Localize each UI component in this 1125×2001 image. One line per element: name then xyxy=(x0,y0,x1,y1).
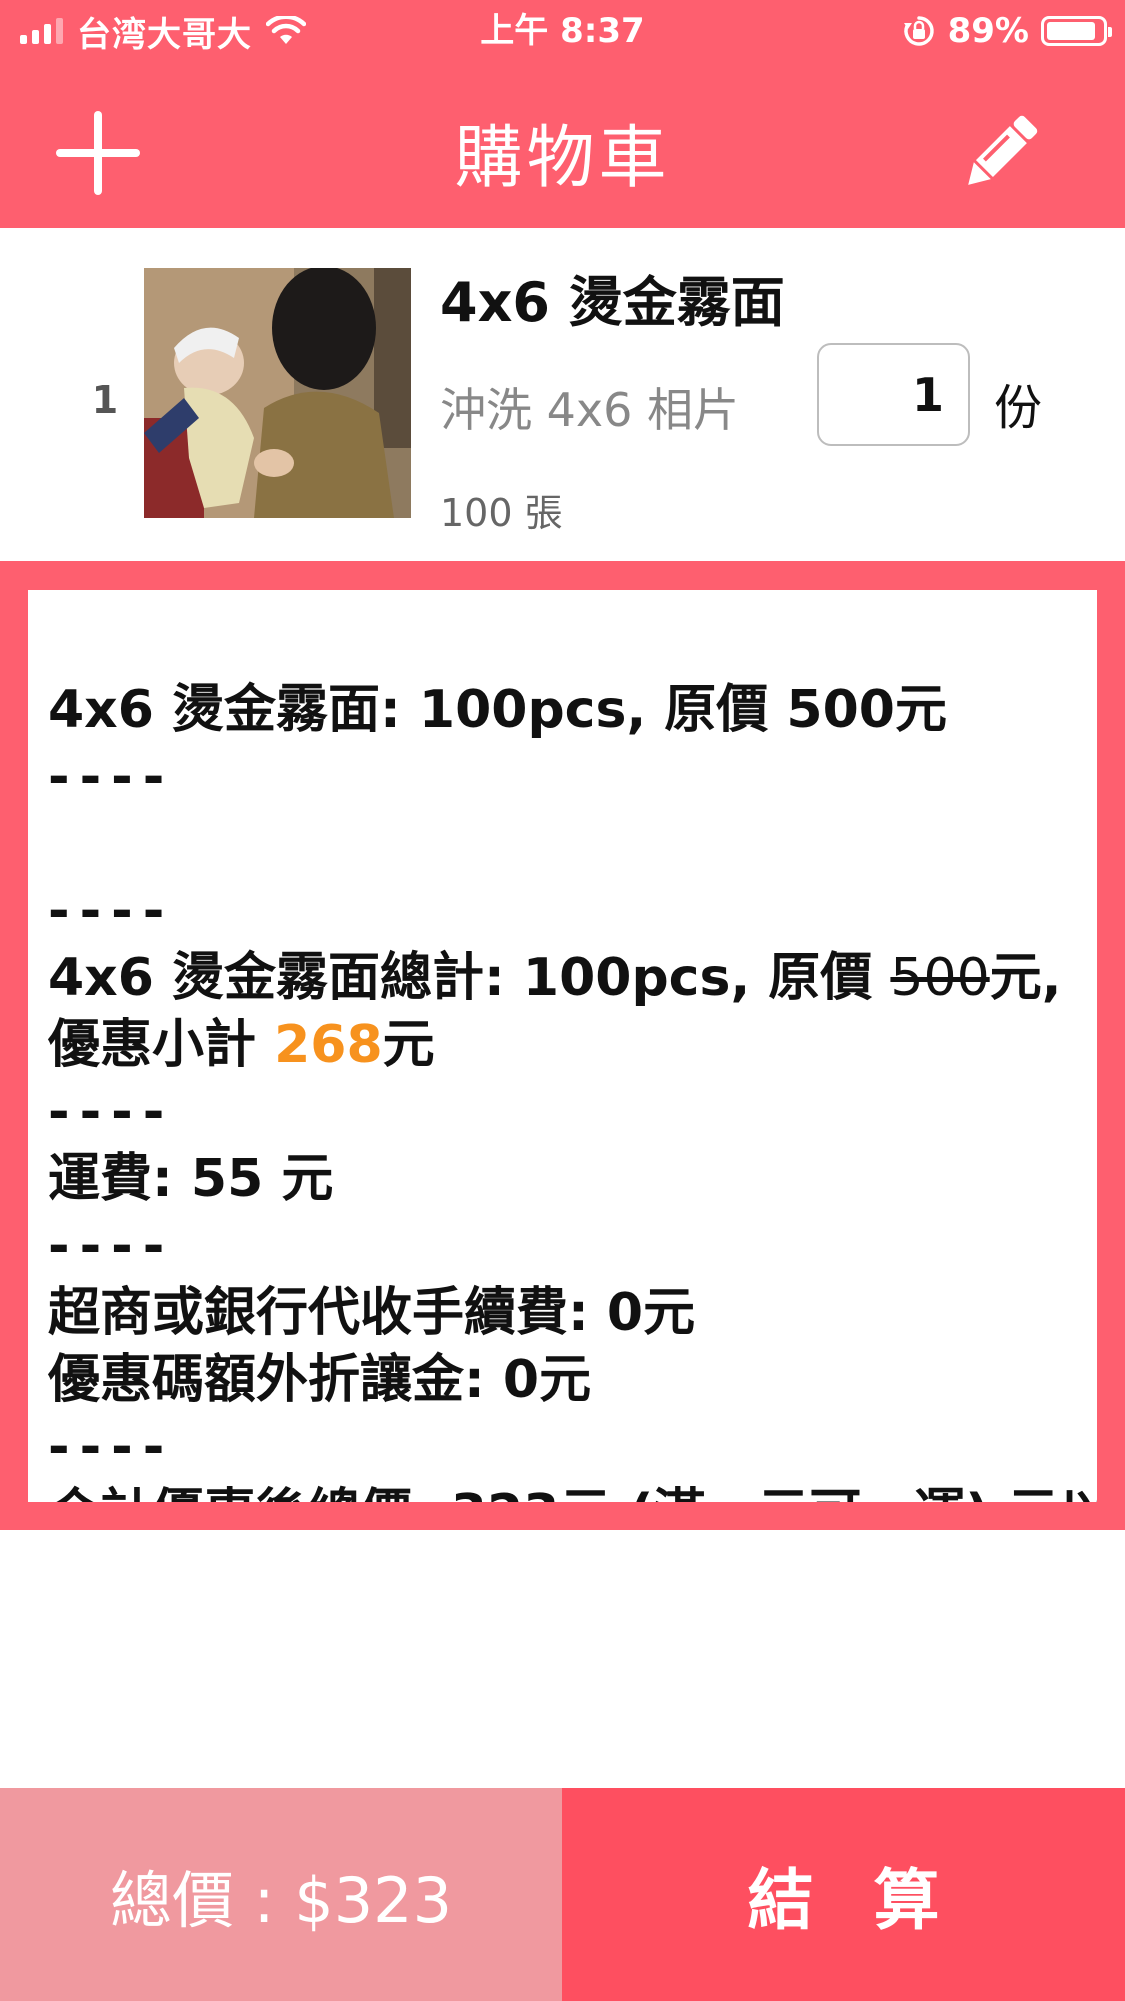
status-right: 89% xyxy=(902,8,1112,54)
summary-discount-line: 優惠小計 268元 xyxy=(48,1012,1088,1079)
discount-suffix: 元 xyxy=(382,1015,435,1075)
order-summary[interactable]: 4x6 燙金霧面: 100pcs, 原價 500元 ---- ---- 4x6 … xyxy=(28,590,1097,1502)
summary-total-prefix: 4x6 燙金霧面總計: 100pcs, 原價 xyxy=(48,948,891,1008)
shipping-fee-line: 運費: 55 元 xyxy=(48,1149,334,1209)
summary-blank-line xyxy=(48,811,1088,878)
checkout-button[interactable]: 結算 xyxy=(562,1788,1125,2001)
battery-percent: 89% xyxy=(947,11,1029,51)
item-photo-count: 100 張 xyxy=(440,491,563,535)
nav-bar: 購物車 xyxy=(0,62,1125,228)
discount-prefix: 優惠小計 xyxy=(48,1015,275,1075)
order-summary-text: 4x6 燙金霧面: 100pcs, 原價 500元 ---- ---- 4x6 … xyxy=(48,677,1097,1502)
status-bar: 台湾大哥大 上午 8:37 89% xyxy=(0,0,1125,62)
cart-item[interactable]: 1 4x6 燙金霧面 沖洗 4x6 相片 100 張 份 xyxy=(0,228,1125,561)
coupon-line: 優惠碼額外折讓金: 0元 xyxy=(48,1350,592,1410)
summary-divider: ---- xyxy=(48,747,175,807)
summary-total-line: 4x6 燙金霧面總計: 100pcs, 原價 500元, xyxy=(48,945,1088,1012)
quantity-unit: 份 xyxy=(994,380,1043,436)
discount-subtotal: 268 xyxy=(274,1015,383,1075)
pencil-icon[interactable] xyxy=(955,108,1045,198)
final-total-line: 合計優惠後總價: 323元 (滿…元可…運) 元以上… xyxy=(48,1481,1097,1502)
summary-divider: ---- xyxy=(48,1082,175,1142)
summary-divider: ---- xyxy=(48,881,175,941)
item-thumbnail[interactable] xyxy=(144,268,411,518)
summary-total-suffix: 元, xyxy=(989,948,1062,1008)
total-price: 總價 : $323 xyxy=(0,1788,562,2001)
summary-divider: ---- xyxy=(48,1417,175,1477)
item-index: 1 xyxy=(91,378,119,422)
battery-icon xyxy=(1041,16,1112,46)
rotation-lock-icon xyxy=(903,16,934,46)
battery-level xyxy=(1047,22,1096,40)
store-fee-line: 超商或銀行代收手續費: 0元 xyxy=(48,1283,696,1343)
order-summary-frame: 4x6 燙金霧面: 100pcs, 原價 500元 ---- ---- 4x6 … xyxy=(0,561,1125,1530)
item-name: 4x6 燙金霧面 xyxy=(440,271,785,334)
original-price: 500 xyxy=(890,948,990,1008)
item-description: 沖洗 4x6 相片 xyxy=(440,383,739,437)
summary-item-line: 4x6 燙金霧面: 100pcs, 原價 500元 xyxy=(48,680,947,740)
summary-divider: ---- xyxy=(48,1216,175,1276)
quantity-input[interactable] xyxy=(817,343,970,446)
bottom-bar: 總價 : $323 結算 xyxy=(0,1788,1125,2001)
